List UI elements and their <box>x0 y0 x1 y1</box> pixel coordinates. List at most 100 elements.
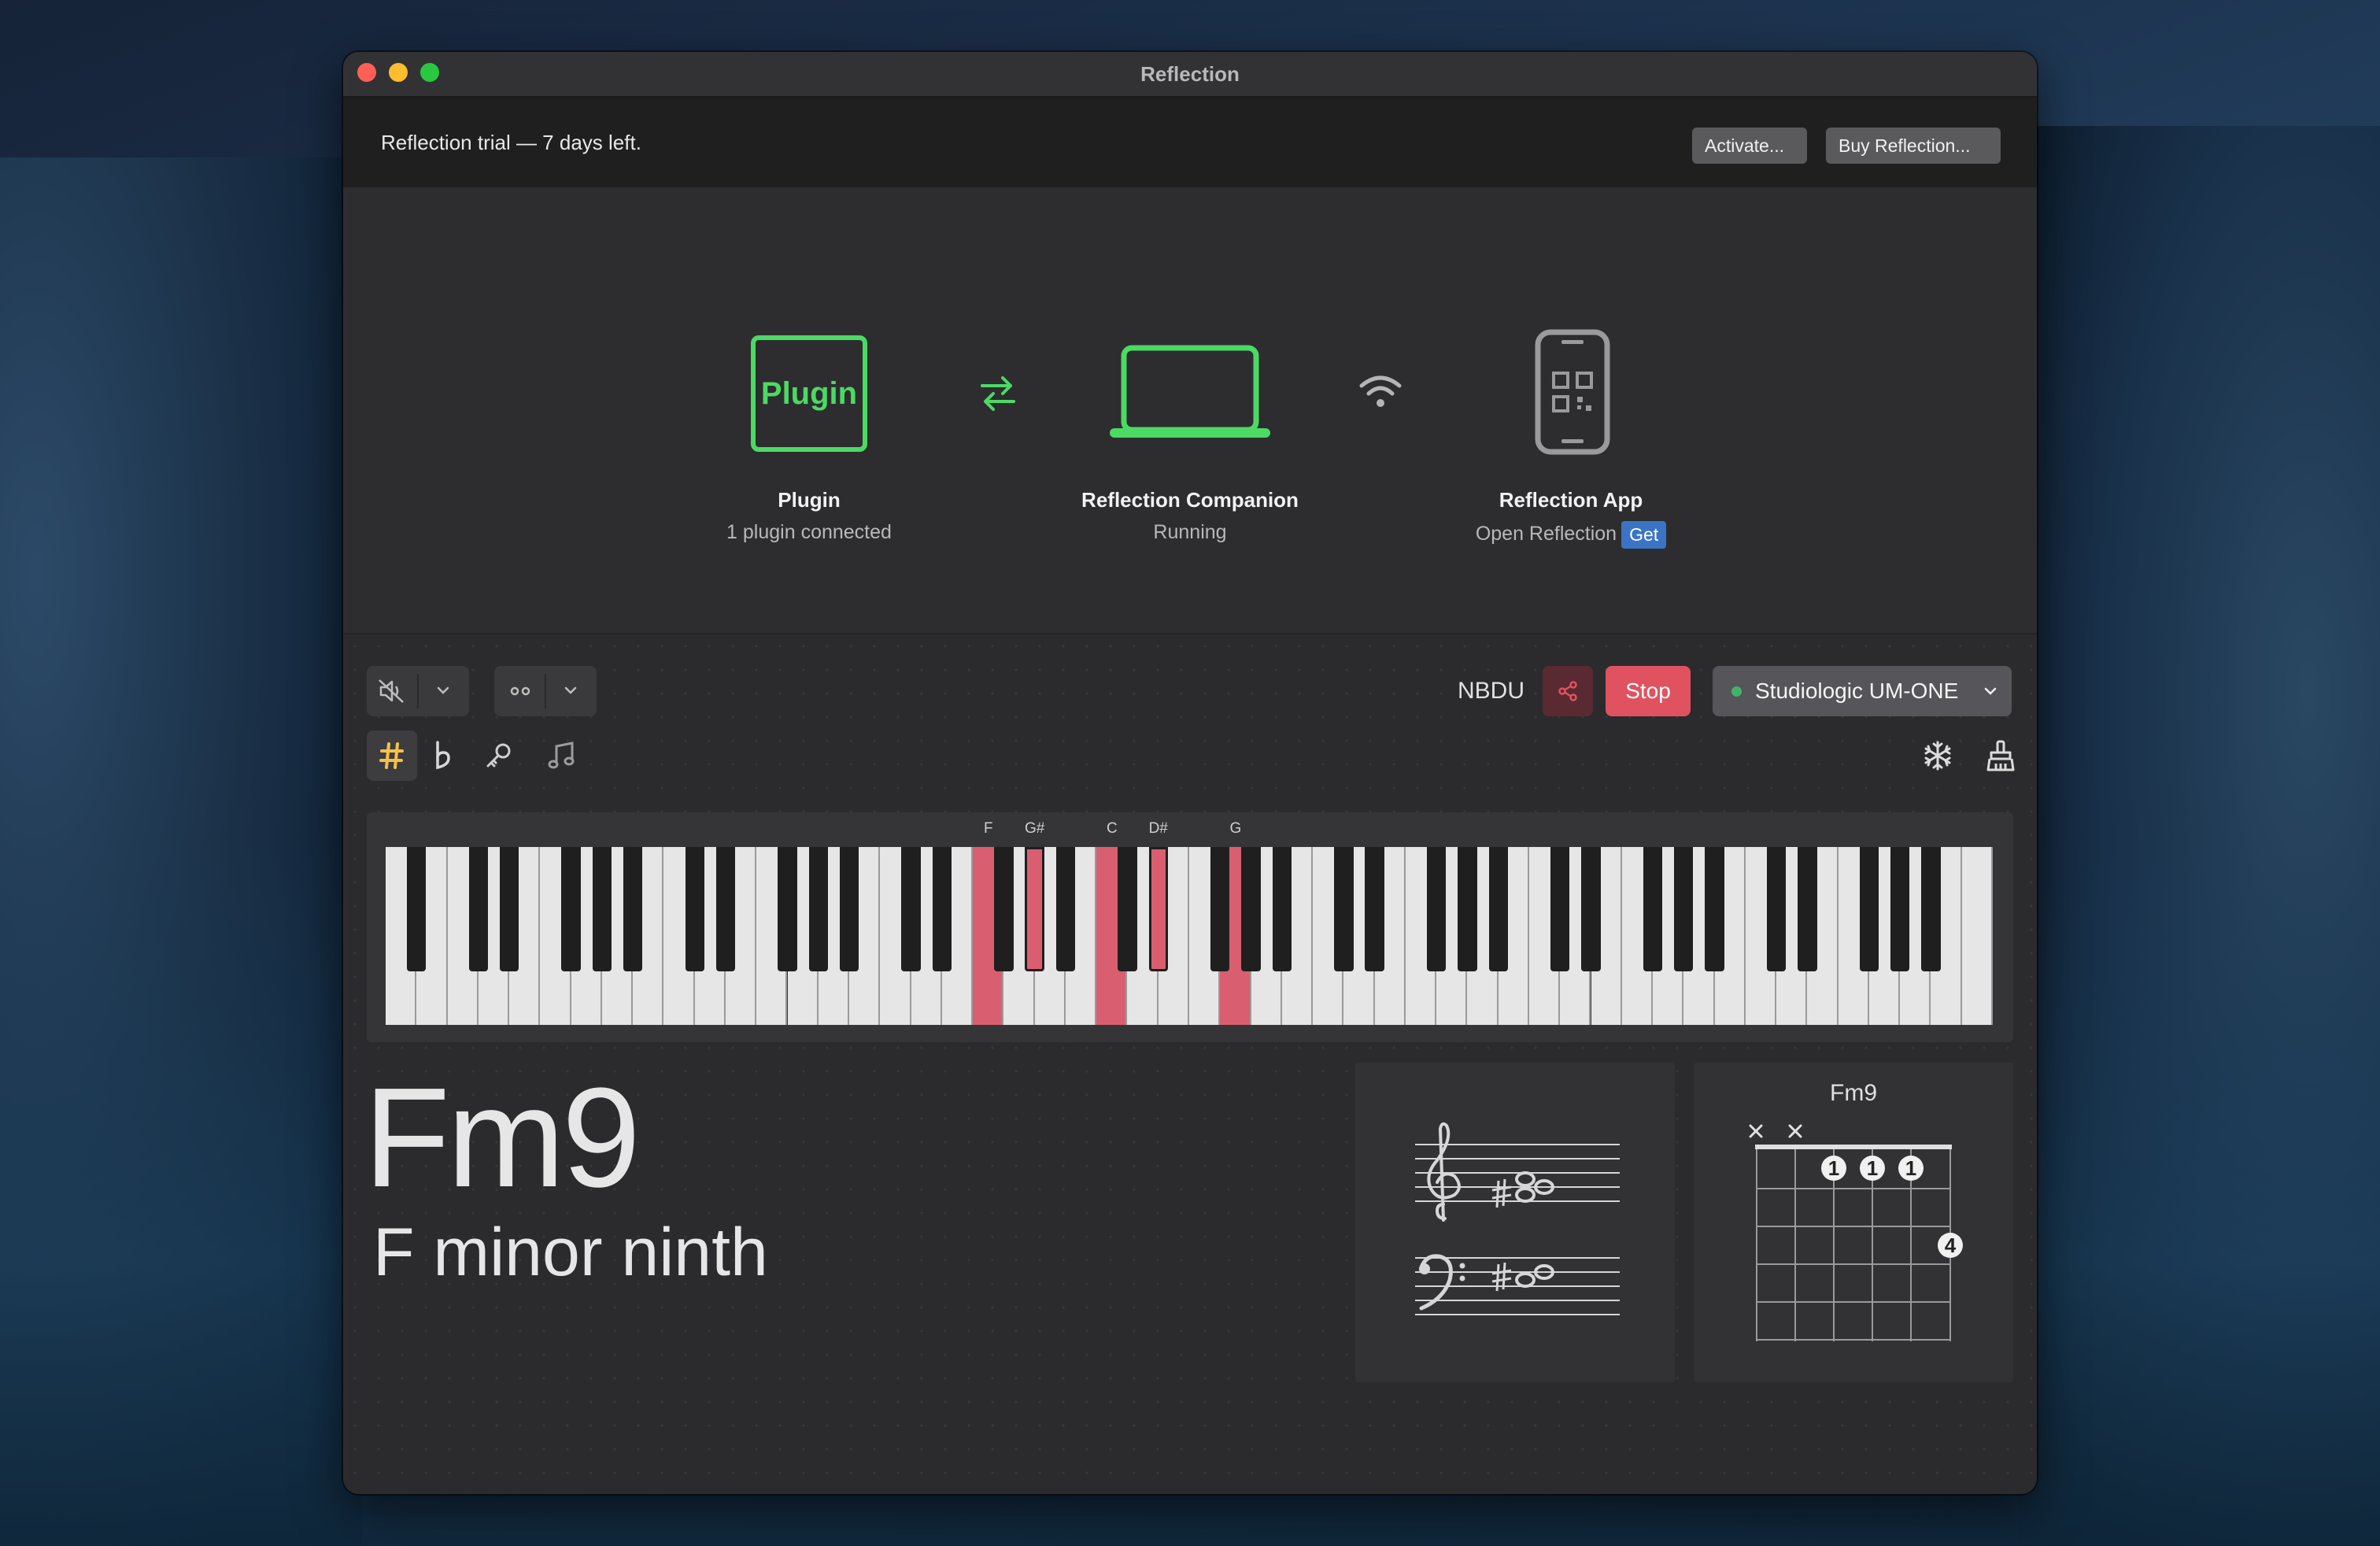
piano-black-key[interactable] <box>623 847 643 971</box>
finger-marker: 4 <box>1938 1233 1963 1258</box>
companion-status-title: Reflection Companion <box>1081 488 1299 512</box>
speaker-muted-icon[interactable] <box>378 679 406 704</box>
piano-black-key[interactable] <box>1890 847 1910 971</box>
finger-number: 1 <box>1905 1156 1916 1180</box>
finger-number: 4 <box>1945 1233 1957 1257</box>
plugin-status-subtitle: 1 plugin connected <box>726 521 892 543</box>
display-mode-control <box>494 666 597 716</box>
piano-black-key[interactable] <box>1798 847 1817 971</box>
piano-black-key[interactable] <box>1921 847 1941 971</box>
guitar-chord-panel: Fm9 1 1 1 4 <box>1694 1063 2013 1382</box>
display-mode-divider <box>545 674 546 708</box>
music-note-button[interactable] <box>535 730 586 781</box>
note-label: D# <box>1148 820 1168 837</box>
piano-black-key[interactable] <box>1488 847 1508 971</box>
midi-device-select[interactable]: Studiologic UM-ONE <box>1713 666 2012 716</box>
activate-button[interactable]: Activate... <box>1692 128 1807 164</box>
sharp-icon <box>379 742 404 769</box>
piano-black-key[interactable] <box>1025 847 1044 971</box>
clear-button[interactable] <box>1975 730 2026 781</box>
key-icon <box>486 743 511 767</box>
piano-black-key[interactable] <box>1458 847 1477 971</box>
plugin-icon: Plugin <box>751 335 867 452</box>
plugin-icon-label: Plugin <box>760 376 858 411</box>
piano-black-key[interactable] <box>561 847 581 971</box>
device-connected-indicator <box>1731 686 1742 697</box>
chevron-down-icon <box>1984 687 1997 695</box>
mute-control <box>367 666 469 716</box>
phone-qr-icon <box>1535 329 1610 455</box>
mute-control-divider <box>417 674 419 708</box>
guitar-chord-diagram: 1 1 1 4 <box>1749 1124 1963 1341</box>
piano-black-key[interactable] <box>1643 847 1663 971</box>
piano-keyboard[interactable] <box>386 847 1993 1025</box>
companion-status-subtitle: Running <box>1153 521 1227 543</box>
note-label: F <box>983 820 993 837</box>
finger-marker: 1 <box>1860 1156 1885 1181</box>
finger-number: 1 <box>1828 1156 1839 1180</box>
piano-black-key[interactable] <box>407 847 427 971</box>
flat-toggle-button[interactable] <box>417 730 468 781</box>
app-status-title: Reflection App <box>1499 488 1643 512</box>
flat-icon <box>436 741 450 770</box>
open-reflection-link[interactable]: Open Reflection <box>1476 523 1617 545</box>
finger-number: 1 <box>1867 1156 1878 1180</box>
piano-black-key[interactable] <box>715 847 736 971</box>
staff-notation-panel <box>1355 1063 1675 1382</box>
piano-black-key[interactable] <box>1859 847 1879 971</box>
buy-reflection-button[interactable]: Buy Reflection... <box>1826 128 2001 164</box>
piano-black-key[interactable] <box>1055 847 1076 971</box>
piano-black-key[interactable] <box>1210 847 1230 971</box>
piano-black-key[interactable] <box>685 847 704 971</box>
piano-black-key[interactable] <box>592 847 612 971</box>
piano-black-key[interactable] <box>1241 847 1261 971</box>
get-app-button[interactable]: Get <box>1621 521 1667 549</box>
piano-black-key[interactable] <box>839 847 859 971</box>
share-icon <box>1558 681 1577 701</box>
piano-black-key[interactable] <box>1674 847 1694 971</box>
plugin-status-title: Plugin <box>778 488 841 512</box>
chord-symbol: Fm9 <box>364 1059 641 1217</box>
piano-black-key[interactable] <box>468 847 488 971</box>
session-code: NBDU <box>1458 678 1525 704</box>
laptop-icon <box>1110 345 1270 438</box>
piano-black-key[interactable] <box>1581 847 1601 971</box>
piano-black-key[interactable] <box>932 847 952 971</box>
finger-marker: 1 <box>1821 1156 1846 1181</box>
piano-black-key[interactable] <box>808 847 828 971</box>
chevron-down-icon[interactable] <box>564 685 578 696</box>
piano-black-key[interactable] <box>994 847 1014 971</box>
piano-black-key[interactable] <box>499 847 519 971</box>
main-area: NBDU Stop Studiologic UM-ONE F G# C D# G… <box>343 634 2037 1494</box>
chevron-down-icon[interactable] <box>436 685 450 696</box>
piano-black-key[interactable] <box>1148 847 1168 971</box>
piano-black-key[interactable] <box>901 847 921 971</box>
piano-black-key[interactable] <box>1118 847 1137 971</box>
window-title: Reflection <box>1140 62 1240 86</box>
piano-black-key[interactable] <box>1334 847 1354 971</box>
note-label: G# <box>1024 820 1045 837</box>
piano-black-key[interactable] <box>1550 847 1570 971</box>
reflection-window: Reflection Reflection trial — 7 days lef… <box>343 52 2037 1494</box>
share-button[interactable] <box>1543 666 1593 716</box>
note-label: C <box>1106 820 1118 837</box>
dots-icon[interactable] <box>508 683 532 699</box>
piano-black-key[interactable] <box>1272 847 1292 971</box>
title-bar: Reflection <box>343 52 2037 98</box>
connection-status-panel: Plugin Plugin 1 plugin connected Reflect… <box>343 187 2037 634</box>
piano-black-key[interactable] <box>1766 847 1787 971</box>
piano-white-key[interactable] <box>1961 847 1993 1025</box>
piano-black-key[interactable] <box>1365 847 1384 971</box>
piano-black-key[interactable] <box>778 847 797 971</box>
music-note-icon <box>548 742 575 769</box>
piano-black-key[interactable] <box>1705 847 1724 971</box>
piano-keyboard-panel: F G# C D# G <box>367 812 2013 1042</box>
key-signature-button[interactable] <box>474 730 524 781</box>
broom-icon <box>1986 740 2015 771</box>
stop-button[interactable]: Stop <box>1606 666 1691 716</box>
note-label: G <box>1229 820 1242 837</box>
piano-black-key[interactable] <box>1426 847 1447 971</box>
freeze-button[interactable] <box>1913 730 1963 781</box>
sharp-toggle-button[interactable] <box>367 730 417 781</box>
trial-banner: Reflection trial — 7 days left. Activate… <box>343 98 2037 187</box>
